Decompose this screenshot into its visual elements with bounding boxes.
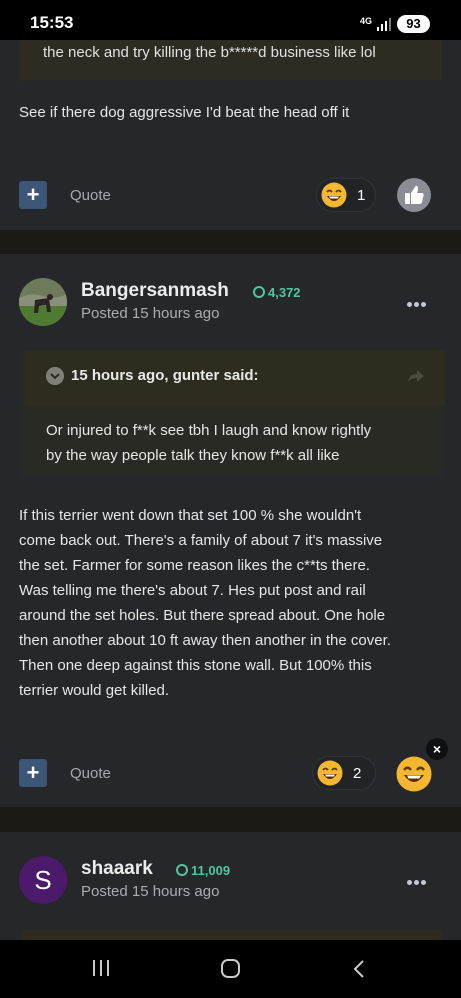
- navigation-bar: [0, 940, 461, 998]
- body-line: come back out. There's a family of about…: [19, 532, 383, 549]
- laughing-emoji-icon[interactable]: [396, 756, 432, 792]
- quote-text: Or injured to f**k see tbh I laugh and k…: [46, 418, 371, 468]
- network-type: 4G: [360, 16, 373, 26]
- laughing-emoji-icon: [317, 760, 343, 786]
- quote-citation: 15 hours ago, gunter said:: [71, 367, 259, 384]
- post-1: the neck and try killing the b*****d bus…: [0, 40, 461, 230]
- quote-text: the neck and try killing the b*****d bus…: [43, 44, 376, 61]
- post-2: Bangersanmash 4,372 Posted 15 hours ago …: [0, 254, 461, 807]
- reputation-icon: [253, 286, 265, 298]
- post-author[interactable]: shaaark: [81, 858, 153, 880]
- reputation-badge: 4,372: [253, 285, 301, 300]
- body-line: Then one deep against this stone wall. B…: [19, 657, 372, 674]
- body-line: the set. Farmer for some reason likes th…: [19, 557, 370, 574]
- quote-header[interactable]: 15 hours ago, gunter said:: [25, 350, 445, 406]
- quote-border: [19, 40, 22, 82]
- close-icon[interactable]: ×: [426, 738, 448, 760]
- avatar[interactable]: S: [19, 856, 67, 904]
- post-timestamp[interactable]: Posted 15 hours ago: [81, 883, 219, 900]
- post-body: See if there dog aggressive I'd beat the…: [19, 104, 350, 121]
- reputation-value: 4,372: [268, 285, 301, 300]
- post-timestamp[interactable]: Posted 15 hours ago: [81, 305, 219, 322]
- quote-line: by the way people talk they know f**k al…: [46, 447, 340, 464]
- share-arrow-icon[interactable]: [407, 368, 425, 384]
- multiquote-add-button[interactable]: +: [19, 759, 47, 787]
- reputation-icon: [176, 864, 188, 876]
- battery-level: 93: [397, 15, 430, 33]
- reputation-value: 11,009: [191, 863, 231, 878]
- body-line: terrier would get killed.: [19, 682, 170, 699]
- clock: 15:53: [30, 13, 74, 32]
- quote-block: 15 hours ago, gunter said: Or injured to…: [22, 350, 445, 475]
- signal-icon: [377, 18, 391, 31]
- home-icon[interactable]: [221, 959, 240, 978]
- quote-block: [22, 930, 442, 940]
- reaction-count: 2: [353, 765, 362, 782]
- recent-apps-icon[interactable]: [93, 960, 111, 976]
- quote-button[interactable]: Quote: [70, 187, 111, 204]
- post-body: If this terrier went down that set 100 %…: [19, 503, 391, 703]
- like-button[interactable]: [397, 178, 431, 212]
- avatar-image: [19, 278, 67, 326]
- post-separator: [0, 230, 461, 254]
- more-options-icon[interactable]: [407, 872, 429, 885]
- multiquote-add-button[interactable]: +: [19, 181, 47, 209]
- quote-button[interactable]: Quote: [70, 765, 111, 782]
- body-line: around the set holes. But there spread a…: [19, 607, 386, 624]
- body-line: then another about 10 ft away then anoth…: [19, 632, 391, 649]
- status-bar: 15:53 4G 93: [0, 0, 461, 40]
- more-options-icon[interactable]: [407, 294, 429, 307]
- body-line: If this terrier went down that set 100 %…: [19, 507, 362, 524]
- reputation-badge: 11,009: [176, 863, 230, 878]
- back-icon[interactable]: [352, 960, 366, 978]
- thumbs-up-icon: [405, 185, 424, 204]
- post-separator: [0, 807, 461, 832]
- chevron-down-icon[interactable]: [46, 367, 64, 385]
- laughing-emoji-icon: [321, 182, 347, 208]
- quote-line: Or injured to f**k see tbh I laugh and k…: [46, 422, 372, 439]
- reaction-summary[interactable]: 2: [312, 756, 376, 790]
- post-3: S shaaark 11,009 Posted 15 hours ago: [0, 832, 461, 940]
- reaction-count: 1: [357, 187, 366, 204]
- avatar[interactable]: [19, 278, 67, 326]
- post-author[interactable]: Bangersanmash: [81, 280, 229, 302]
- body-line: Was telling me there's about 7. Hes put …: [19, 582, 366, 599]
- reaction-summary[interactable]: 1: [316, 178, 376, 212]
